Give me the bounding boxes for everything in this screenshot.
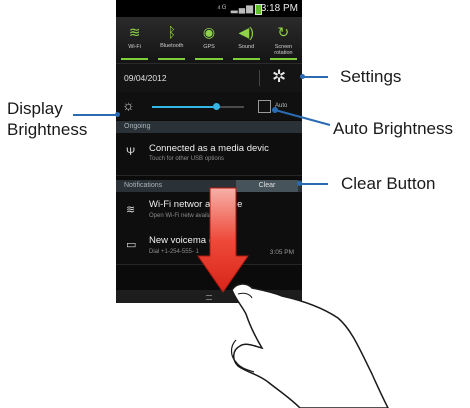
display-brightness-callout-line2: Brightness [7, 120, 88, 139]
auto-brightness-callout-dot [272, 107, 278, 113]
auto-brightness-callout-line [274, 109, 331, 126]
display-brightness-callout-line1: Display [7, 99, 63, 118]
overlay-graphics [197, 107, 389, 408]
auto-brightness-callout: Auto Brightness [333, 119, 454, 138]
swipe-down-arrow [197, 187, 249, 293]
clear-button-callout: Clear Button [341, 174, 436, 193]
settings-callout: Settings [340, 67, 402, 86]
hand-illustration [231, 283, 389, 408]
